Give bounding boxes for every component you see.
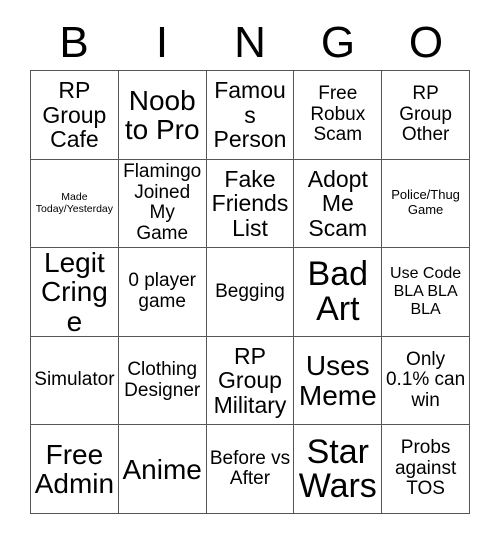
bingo-cell-r2c1[interactable]: Made Today/Yesterday <box>31 159 119 249</box>
bingo-cell-r1c5[interactable]: RP Group Other <box>382 71 470 160</box>
bingo-cell-label: RP Group Other <box>399 83 452 146</box>
bingo-cell-r2c3[interactable]: Fake Friends List <box>206 159 295 249</box>
bingo-cell-r5c5[interactable]: Probs against TOS <box>382 425 470 514</box>
bingo-header-letter-o: O <box>408 18 444 67</box>
bingo-cell-label: Police/Thug Game <box>391 187 460 218</box>
bingo-cell-r1c4[interactable]: Free Robux Scam <box>294 71 383 160</box>
bingo-cell-label: Bad Art <box>307 255 369 328</box>
bingo-grid: RP Group Cafe Noob to Pro Famous Person Fre… <box>30 70 470 514</box>
bingo-cell-r4c2[interactable]: Clothing Designer <box>118 336 207 426</box>
bingo-cell-label: Famous Person <box>213 77 287 152</box>
bingo-cell-label: Probs against TOS <box>394 437 457 500</box>
bingo-header-letter-g: G <box>320 18 356 67</box>
bingo-cell-r1c3[interactable]: Famous Person <box>206 71 295 160</box>
bingo-cell-r3c4[interactable]: Bad Art <box>294 248 383 337</box>
bingo-cell-label: Free Robux Scam <box>310 83 366 146</box>
bingo-cell-r5c1[interactable]: Free Admin <box>31 425 119 514</box>
bingo-cell-label: Before vs After <box>209 447 291 490</box>
bingo-cell-r5c4[interactable]: Star Wars <box>294 425 383 514</box>
bingo-cell-label: Noob to Pro <box>124 84 200 145</box>
bingo-cell-r2c5[interactable]: Police/Thug Game <box>382 159 470 249</box>
bingo-cell-label: Simulator <box>34 369 115 391</box>
bingo-cell-r4c5[interactable]: Only 0.1% can win <box>382 336 470 426</box>
bingo-cell-label: RP Group Cafe <box>42 77 107 152</box>
bingo-cell-r2c4[interactable]: Adopt Me Scam <box>294 159 383 249</box>
bingo-cell-r3c2[interactable]: 0 player game <box>118 248 207 337</box>
bingo-header: BINGO <box>30 16 470 70</box>
bingo-cell-label: Clothing Designer <box>124 359 201 401</box>
bingo-cell-label: Star Wars <box>298 432 377 506</box>
bingo-cell-label: RP Group Military <box>213 343 287 418</box>
bingo-cell-r4c4[interactable]: Uses Meme <box>294 336 383 426</box>
bingo-cell-label: Use Code BLA BLA BLA <box>390 265 462 318</box>
bingo-cell-r3c3[interactable]: Begging <box>206 248 295 337</box>
bingo-cell-label: Flamingo Joined My Game <box>123 161 202 244</box>
bingo-cell-label: Legit Cringe <box>40 248 108 337</box>
bingo-card: B I N G O RP Group Cafe Noob to Pro Famous Per… <box>0 0 500 544</box>
bingo-cell-label: Made Today/Yesterday <box>35 190 114 216</box>
bingo-cell-label: Fake Friends List <box>211 165 289 241</box>
bingo-cell-label: Uses Meme <box>298 350 377 411</box>
bingo-cell-r2c2[interactable]: Flamingo Joined My Game <box>118 159 207 249</box>
bingo-cell-label: 0 player game <box>128 270 196 312</box>
bingo-cell-r4c1[interactable]: Simulator <box>31 336 119 426</box>
bingo-cell-label: Begging <box>215 280 285 302</box>
bingo-cell-label: Anime <box>122 453 202 485</box>
bingo-cell-r3c5[interactable]: Use Code BLA BLA BLA <box>382 248 470 337</box>
bingo-cell-label: Adopt Me Scam <box>307 165 368 241</box>
bingo-cell-r1c2[interactable]: Noob to Pro <box>118 71 207 160</box>
bingo-cell-label: Free Admin <box>34 439 115 500</box>
bingo-header-letter-b: B <box>59 18 89 67</box>
bingo-cell-r1c1[interactable]: RP Group Cafe <box>31 71 119 160</box>
bingo-header-letter-i: I <box>155 18 169 67</box>
bingo-cell-r4c3[interactable]: RP Group Military <box>206 336 295 426</box>
bingo-cell-r5c3[interactable]: Before vs After <box>206 425 295 514</box>
bingo-cell-r3c1[interactable]: Legit Cringe <box>31 248 119 337</box>
bingo-cell-r5c2[interactable]: Anime <box>118 425 207 514</box>
bingo-header-letter-n: N <box>234 18 266 67</box>
bingo-cell-label: Only 0.1% can win <box>385 348 466 411</box>
